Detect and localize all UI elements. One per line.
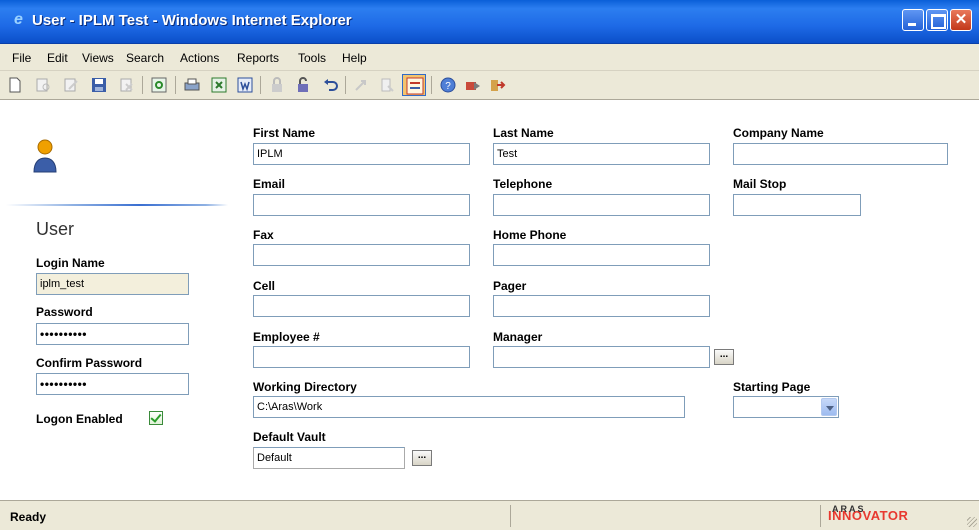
- version-icon[interactable]: [378, 76, 396, 94]
- email-label: Email: [253, 177, 286, 191]
- login-name-field[interactable]: iplm_test: [36, 273, 189, 295]
- cell-field[interactable]: [253, 295, 470, 317]
- minimize-icon: [903, 10, 923, 30]
- default-vault-label: Default Vault: [253, 430, 326, 444]
- logon-enabled-checkbox[interactable]: [149, 411, 163, 425]
- home-phone-label: Home Phone: [493, 228, 567, 242]
- minimize-button[interactable]: [902, 9, 924, 31]
- toolbar-separator: [142, 76, 143, 94]
- save-icon[interactable]: [90, 76, 108, 94]
- manager-browse-button[interactable]: ...: [714, 349, 734, 365]
- default-vault-browse-button[interactable]: ...: [412, 450, 432, 466]
- edit-icon[interactable]: [62, 76, 80, 94]
- manager-label: Manager: [493, 330, 543, 344]
- password-label: Password: [36, 305, 93, 319]
- toolbar-separator: [431, 76, 432, 94]
- status-divider: [510, 505, 511, 527]
- menu-search[interactable]: Search: [126, 51, 164, 65]
- maximize-icon: [927, 10, 947, 30]
- close-button[interactable]: ✕: [950, 9, 972, 31]
- view-icon[interactable]: [34, 76, 52, 94]
- status-divider: [820, 505, 821, 527]
- title-bar: e User - IPLM Test - Windows Internet Ex…: [0, 0, 979, 44]
- promote-icon[interactable]: [352, 76, 370, 94]
- close-icon: ✕: [954, 11, 968, 28]
- section-divider: [6, 204, 228, 206]
- starting-page-select[interactable]: [733, 396, 839, 418]
- logo-small-text: ARAS: [832, 504, 866, 514]
- toolbar: ?: [0, 71, 979, 100]
- lock-icon[interactable]: [268, 76, 286, 94]
- svg-text:?: ?: [445, 81, 451, 92]
- default-vault-field[interactable]: Default: [253, 447, 405, 469]
- last-name-label: Last Name: [493, 126, 554, 140]
- password-field[interactable]: ••••••••••: [36, 323, 189, 345]
- user-form: User Login Name iplm_test Password •••••…: [0, 100, 979, 500]
- working-directory-field[interactable]: C:\Aras\Work: [253, 396, 685, 418]
- export-word-icon[interactable]: [236, 76, 254, 94]
- company-name-field[interactable]: [733, 143, 948, 165]
- employee-number-field[interactable]: [253, 346, 470, 368]
- chevron-down-icon[interactable]: [821, 398, 837, 416]
- menu-tools[interactable]: Tools: [298, 51, 326, 65]
- menu-views[interactable]: Views: [82, 51, 114, 65]
- company-name-label: Company Name: [733, 126, 824, 140]
- confirm-password-label: Confirm Password: [36, 356, 143, 370]
- first-name-field[interactable]: IPLM: [253, 143, 470, 165]
- toolbar-separator: [175, 76, 176, 94]
- send-icon[interactable]: [464, 76, 482, 94]
- refresh-icon[interactable]: [150, 76, 168, 94]
- user-identity-panel: User Login Name iplm_test Password •••••…: [0, 100, 228, 500]
- print-icon[interactable]: [183, 76, 201, 94]
- starting-page-label: Starting Page: [733, 380, 811, 394]
- confirm-password-field[interactable]: ••••••••••: [36, 373, 189, 395]
- innovator-logo: ARAS INNOVATOR: [828, 504, 908, 523]
- show-form-icon[interactable]: [402, 74, 426, 96]
- status-text: Ready: [10, 510, 47, 524]
- window-title: User - IPLM Test - Windows Internet Expl…: [32, 12, 352, 29]
- toolbar-separator: [345, 76, 346, 94]
- email-field[interactable]: [253, 194, 470, 216]
- menu-actions[interactable]: Actions: [180, 51, 219, 65]
- menu-reports[interactable]: Reports: [237, 51, 279, 65]
- pager-label: Pager: [493, 279, 527, 293]
- export-excel-icon[interactable]: [210, 76, 228, 94]
- logon-enabled-label: Logon Enabled: [36, 412, 123, 426]
- working-directory-label: Working Directory: [253, 380, 357, 394]
- status-bar: Ready ARAS INNOVATOR: [0, 500, 979, 530]
- logout-icon[interactable]: [488, 76, 506, 94]
- undo-icon[interactable]: [322, 76, 340, 94]
- employee-number-label: Employee #: [253, 330, 320, 344]
- unlock-icon[interactable]: [294, 76, 312, 94]
- resize-grip[interactable]: [967, 517, 977, 527]
- mail-stop-field[interactable]: [733, 194, 861, 216]
- help-icon[interactable]: ?: [439, 76, 457, 94]
- internet-explorer-icon: e: [14, 11, 23, 28]
- maximize-button[interactable]: [926, 9, 948, 31]
- telephone-field[interactable]: [493, 194, 710, 216]
- telephone-label: Telephone: [493, 177, 553, 191]
- menu-help[interactable]: Help: [342, 51, 367, 65]
- section-title: User: [36, 219, 75, 239]
- delete-icon[interactable]: [118, 76, 136, 94]
- new-icon[interactable]: [6, 76, 24, 94]
- fax-label: Fax: [253, 228, 274, 242]
- fax-field[interactable]: [253, 244, 470, 266]
- login-name-label: Login Name: [36, 256, 105, 270]
- first-name-label: First Name: [253, 126, 316, 140]
- menu-bar: File Edit Views Search Actions Reports T…: [0, 44, 979, 71]
- pager-field[interactable]: [493, 295, 710, 317]
- home-phone-field[interactable]: [493, 244, 710, 266]
- menu-edit[interactable]: Edit: [47, 51, 68, 65]
- manager-field[interactable]: [493, 346, 710, 368]
- menu-file[interactable]: File: [12, 51, 31, 65]
- last-name-field[interactable]: Test: [493, 143, 710, 165]
- toolbar-separator: [260, 76, 261, 94]
- cell-label: Cell: [253, 279, 276, 293]
- mail-stop-label: Mail Stop: [733, 177, 787, 191]
- user-icon: [32, 138, 58, 174]
